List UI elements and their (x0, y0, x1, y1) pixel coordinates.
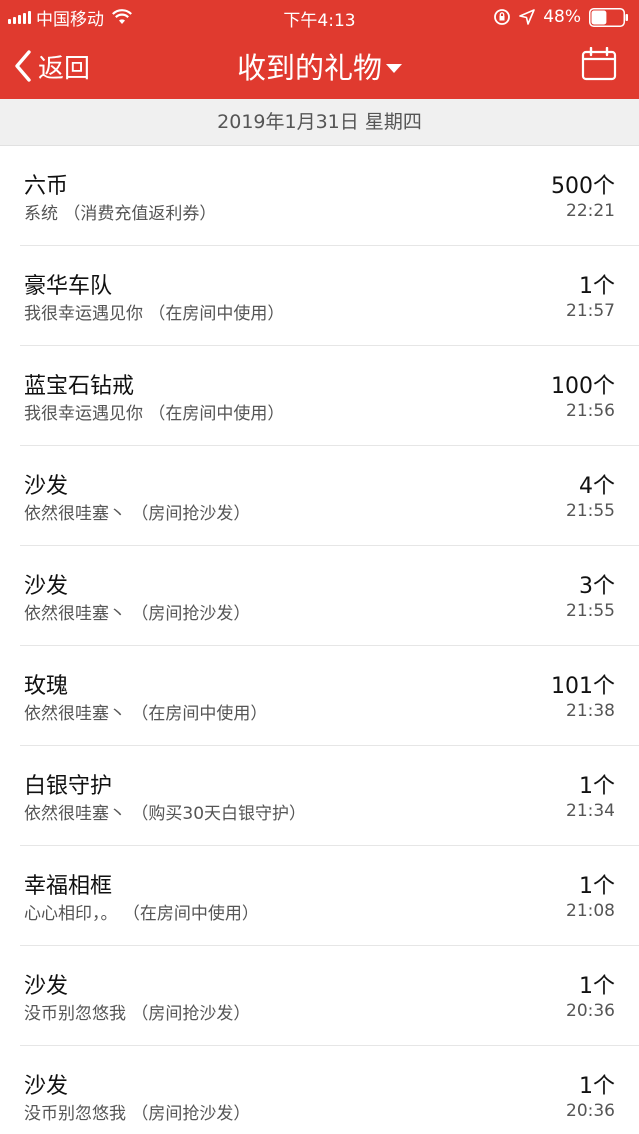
gift-count: 1个 (579, 874, 615, 899)
gift-sender-source: 我很幸运遇见你 （在房间中使用） (24, 404, 285, 424)
list-item[interactable]: 蓝宝石钻戒我很幸运遇见你 （在房间中使用） 100个 21:56 (0, 346, 639, 446)
gift-time: 21:55 (566, 501, 615, 521)
date-header: 2019年1月31日 星期四 (0, 99, 639, 146)
orientation-lock-icon (494, 9, 511, 25)
gift-count: 1个 (579, 774, 615, 799)
gift-name: 沙发 (24, 474, 69, 499)
chevron-left-icon (15, 50, 31, 82)
list-item[interactable]: 沙发依然很哇塞丶 （房间抢沙发） 4个 21:55 (0, 446, 639, 546)
list-item[interactable]: 白银守护依然很哇塞丶 （购买30天白银守护） 1个 21:34 (0, 746, 639, 846)
gift-count: 500个 (551, 174, 615, 199)
gift-time: 20:36 (566, 1101, 615, 1121)
gift-name: 沙发 (24, 574, 69, 599)
gift-time: 21:38 (566, 701, 615, 721)
gift-name: 沙发 (24, 974, 69, 999)
list-item[interactable]: 幸福相框心心相印，。 （在房间中使用） 1个 21:08 (0, 846, 639, 946)
gift-sender-source: 依然很哇塞丶 （房间抢沙发） (24, 504, 251, 524)
gift-time: 21:55 (566, 601, 615, 621)
back-button[interactable]: 返回 (12, 46, 90, 86)
gift-list: 六币系统 （消费充值返利券） 500个 22:21 豪华车队我很幸运遇见你 （在房间中… (0, 146, 639, 1134)
back-label: 返回 (38, 53, 91, 84)
gift-time: 21:34 (566, 801, 615, 821)
list-item[interactable]: 沙发没币别忽悠我 （房间抢沙发） 1个 20:36 (0, 946, 639, 1046)
page-title: 收到的礼物 (236, 51, 382, 85)
calendar-icon[interactable] (581, 47, 617, 81)
gift-sender-source: 没币别忽悠我 （房间抢沙发） (24, 1104, 251, 1124)
gift-sender-source: 心心相印，。 （在房间中使用） (24, 904, 259, 924)
gift-count: 100个 (551, 374, 615, 399)
gift-count: 1个 (579, 974, 615, 999)
gift-name: 幸福相框 (24, 874, 113, 899)
gift-sender-source: 系统 （消费充值返利券） (24, 204, 217, 224)
gift-sender-source: 没币别忽悠我 （房间抢沙发） (24, 1004, 251, 1024)
gift-name: 沙发 (24, 1074, 69, 1099)
gift-time: 21:08 (566, 901, 615, 921)
caret-down-icon (386, 63, 402, 73)
status-right: 48% (493, 6, 629, 28)
gift-time: 20:36 (566, 1001, 615, 1021)
nav-bar: 返回 收到的礼物 (0, 34, 639, 99)
gift-name: 蓝宝石钻戒 (24, 374, 135, 399)
gift-time: 22:21 (566, 201, 615, 221)
list-item[interactable]: 玫瑰依然很哇塞丶 （在房间中使用） 101个 21:38 (0, 646, 639, 746)
app-header: 中国移动 下午4:13 48% 返回 收到的礼物 (0, 0, 639, 99)
page-title-container: 收到的礼物 (0, 45, 639, 87)
title-dropdown[interactable]: 收到的礼物 (237, 45, 402, 87)
gift-count: 4个 (579, 474, 615, 499)
gift-name: 玫瑰 (24, 674, 69, 699)
gift-name: 六币 (24, 174, 69, 199)
list-item[interactable]: 沙发没币别忽悠我 （房间抢沙发） 1个 20:36 (0, 1046, 639, 1134)
gift-name: 白银守护 (24, 774, 113, 799)
gift-time: 21:57 (566, 301, 615, 321)
gift-sender-source: 依然很哇塞丶 （在房间中使用） (24, 704, 268, 724)
battery-icon (589, 7, 628, 27)
list-item[interactable]: 豪华车队我很幸运遇见你 （在房间中使用） 1个 21:57 (0, 246, 639, 346)
gift-name: 豪华车队 (24, 274, 113, 299)
gift-count: 1个 (579, 274, 615, 299)
list-item[interactable]: 六币系统 （消费充值返利券） 500个 22:21 (0, 146, 639, 246)
battery-percent: 48% (543, 7, 581, 27)
gift-sender-source: 依然很哇塞丶 （购买30天白银守护） (24, 804, 307, 824)
gift-count: 101个 (551, 674, 615, 699)
gift-time: 21:56 (566, 401, 615, 421)
status-bar: 中国移动 下午4:13 48% (0, 0, 639, 34)
gift-count: 3个 (579, 574, 615, 599)
location-arrow-icon (519, 9, 536, 25)
gift-sender-source: 我很幸运遇见你 （在房间中使用） (24, 304, 285, 324)
list-item[interactable]: 沙发依然很哇塞丶 （房间抢沙发） 3个 21:55 (0, 546, 639, 646)
gift-count: 1个 (579, 1074, 615, 1099)
gift-sender-source: 依然很哇塞丶 （房间抢沙发） (24, 604, 251, 624)
